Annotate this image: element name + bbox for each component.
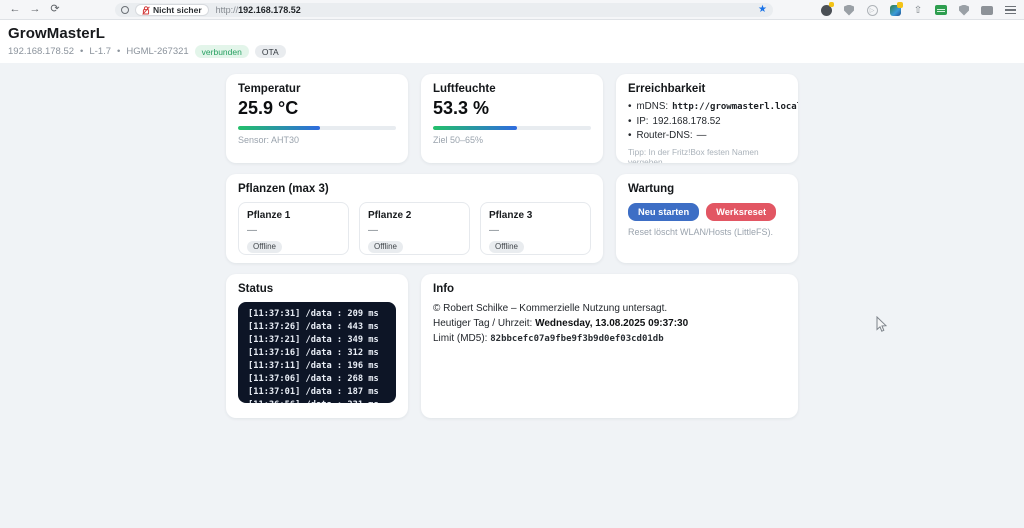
insecure-lock-icon xyxy=(142,5,150,15)
mdns-value: http://growmasterl.local xyxy=(672,102,798,112)
plant-value: — xyxy=(489,225,499,236)
plant-name: Pflanze 1 xyxy=(247,210,291,221)
log-line: [11:37:01] /data : 187 ms xyxy=(248,387,379,397)
plant-name: Pflanze 2 xyxy=(368,210,412,221)
plant-status-badge: Offline xyxy=(247,240,282,253)
reachability-item-mdns: mDNS: http://growmasterl.local xyxy=(628,100,798,115)
humidity-progress-fill xyxy=(433,126,517,130)
site-info-icon[interactable] xyxy=(121,6,129,14)
reachability-item-routerdns: Router-DNS: — xyxy=(628,129,786,144)
limit-md5-value: 82bbcefc07a9fbe9f3b9d0ef03cd01db xyxy=(490,334,664,344)
extensions-area: ▷ ⇧ xyxy=(820,2,1016,18)
factory-reset-button[interactable]: Werksreset xyxy=(706,203,777,221)
password-card-icon[interactable] xyxy=(935,4,947,16)
page-title: GrowMasterL xyxy=(8,25,105,42)
plants-title: Pflanzen (max 3) xyxy=(238,183,329,195)
privacy-shield-icon[interactable] xyxy=(958,4,970,16)
extension-globe-icon[interactable] xyxy=(820,2,834,16)
back-icon[interactable]: ← xyxy=(8,3,22,17)
status-log-console: [11:37:31] /data : 209 ms [11:37:26] /da… xyxy=(238,302,396,403)
url-scheme: http:// xyxy=(215,5,239,15)
limit-line: Limit (MD5): 82bbcefc07a9fbe9f3b9d0ef03c… xyxy=(433,331,786,347)
url-text: http://192.168.178.52 xyxy=(216,5,301,15)
meta-separator: • xyxy=(117,46,121,58)
humidity-target-note: Ziel 50–65% xyxy=(433,135,484,145)
log-line: [11:37:31] /data : 209 ms xyxy=(248,309,379,319)
plant-status-badge: Offline xyxy=(489,240,524,253)
maintenance-card: Wartung Neu starten Werksreset Reset lös… xyxy=(616,174,798,263)
plant-value: — xyxy=(247,225,257,236)
share-icon[interactable]: ⇧ xyxy=(912,4,924,16)
fritzbox-tip: Tipp: In der Fritz!Box festen Namen verg… xyxy=(628,146,759,164)
security-chip-label: Nicht sicher xyxy=(153,5,202,15)
temperature-sensor-note: Sensor: AHT30 xyxy=(238,135,300,145)
info-card: Info © Robert Schilke – Kommerzielle Nut… xyxy=(421,274,798,418)
plant-tile-3: Pflanze 3 — Offline xyxy=(480,202,591,255)
extension-play-icon[interactable]: ▷ xyxy=(866,4,878,16)
copyright-line: © Robert Schilke – Kommerzielle Nutzung … xyxy=(433,303,668,314)
temperature-value: 25.9 °C xyxy=(238,98,299,118)
reachability-card: Erreichbarkeit mDNS: http://growmasterl.… xyxy=(616,74,798,163)
meta-device-id: HGML-267321 xyxy=(126,46,189,58)
status-badge-connected: verbunden xyxy=(194,45,249,59)
humidity-value: 53.3 % xyxy=(433,98,490,118)
menu-icon[interactable] xyxy=(1004,4,1016,16)
security-chip[interactable]: Nicht sicher xyxy=(135,4,209,16)
device-meta-row: 192.168.178.52 • L-1.7 • HGML-267321 ver… xyxy=(8,45,1016,59)
plant-tile-2: Pflanze 2 — Offline xyxy=(359,202,470,255)
humidity-card: Luftfeuchte 53.3 % Ziel 50–65% xyxy=(421,74,603,163)
browser-toolbar: ← → ⟳ Nicht sicher http://192.168.178.52… xyxy=(0,0,1024,20)
ip-label: IP: xyxy=(636,115,649,127)
humidity-progress-track xyxy=(433,126,591,130)
reachability-item-ip: IP: 192.168.178.52 xyxy=(628,115,786,130)
meta-version: L-1.7 xyxy=(89,46,112,58)
extension-colorful-icon[interactable] xyxy=(889,2,903,16)
temperature-progress-track xyxy=(238,126,396,130)
log-line: [11:37:21] /data : 349 ms xyxy=(248,335,379,345)
datetime-value: Wednesday, 13.08.2025 09:37:30 xyxy=(535,318,689,329)
status-card: Status [11:37:31] /data : 209 ms [11:37:… xyxy=(226,274,408,418)
datetime-label: Heutiger Tag / Uhrzeit: xyxy=(433,318,533,329)
reachability-title: Erreichbarkeit xyxy=(628,83,706,95)
ota-badge[interactable]: OTA xyxy=(254,45,286,59)
plant-status-badge: Offline xyxy=(368,240,403,253)
temperature-card: Temperatur 25.9 °C Sensor: AHT30 xyxy=(226,74,408,163)
temperature-title: Temperatur xyxy=(238,83,301,95)
extension-shield-icon[interactable] xyxy=(843,4,855,16)
bookmark-star-icon[interactable]: ★ xyxy=(758,5,767,15)
routerdns-value: — xyxy=(696,130,707,141)
routerdns-label: Router-DNS: xyxy=(636,130,693,141)
log-line: [11:36:56] /data : 231 ms xyxy=(248,399,386,403)
screenshot-icon[interactable] xyxy=(981,4,993,16)
log-line: [11:37:11] /data : 196 ms xyxy=(248,361,379,371)
reload-icon[interactable]: ⟳ xyxy=(48,3,62,17)
datetime-line: Heutiger Tag / Uhrzeit: Wednesday, 13.08… xyxy=(433,316,786,331)
page-header: GrowMasterL 192.168.178.52 • L-1.7 • HGM… xyxy=(0,20,1024,63)
plant-value: — xyxy=(368,225,378,236)
info-title: Info xyxy=(433,283,455,295)
meta-ip: 192.168.178.52 xyxy=(8,46,75,58)
forward-icon[interactable]: → xyxy=(28,3,42,17)
meta-separator: • xyxy=(80,46,84,58)
mdns-label: mDNS: xyxy=(636,101,669,112)
dashboard: Temperatur 25.9 °C Sensor: AHT30 Luftfeu… xyxy=(0,63,1024,528)
ip-value: 192.168.178.52 xyxy=(652,115,721,127)
address-bar[interactable]: Nicht sicher http://192.168.178.52 ★ xyxy=(115,3,773,17)
plants-card: Pflanzen (max 3) Pflanze 1 — Offline Pfl… xyxy=(226,174,603,263)
humidity-title: Luftfeuchte xyxy=(433,83,496,95)
reachability-list: mDNS: http://growmasterl.local IP: 192.1… xyxy=(628,100,798,144)
status-title: Status xyxy=(238,283,274,295)
reset-note: Reset löscht WLAN/Hosts (LittleFS). xyxy=(628,227,774,237)
plants-row: Pflanze 1 — Offline Pflanze 2 — Offline … xyxy=(238,202,591,255)
temperature-progress-fill xyxy=(238,126,321,130)
limit-label: Limit (MD5): xyxy=(433,333,488,344)
restart-button[interactable]: Neu starten xyxy=(628,203,700,221)
log-line: [11:37:06] /data : 268 ms xyxy=(248,374,379,384)
maintenance-title: Wartung xyxy=(628,183,675,195)
log-line: [11:37:26] /data : 443 ms xyxy=(248,322,379,332)
plant-tile-1: Pflanze 1 — Offline xyxy=(238,202,349,255)
plant-name: Pflanze 3 xyxy=(489,210,533,221)
log-line: [11:37:16] /data : 312 ms xyxy=(248,348,379,358)
url-host: 192.168.178.52 xyxy=(238,5,301,15)
